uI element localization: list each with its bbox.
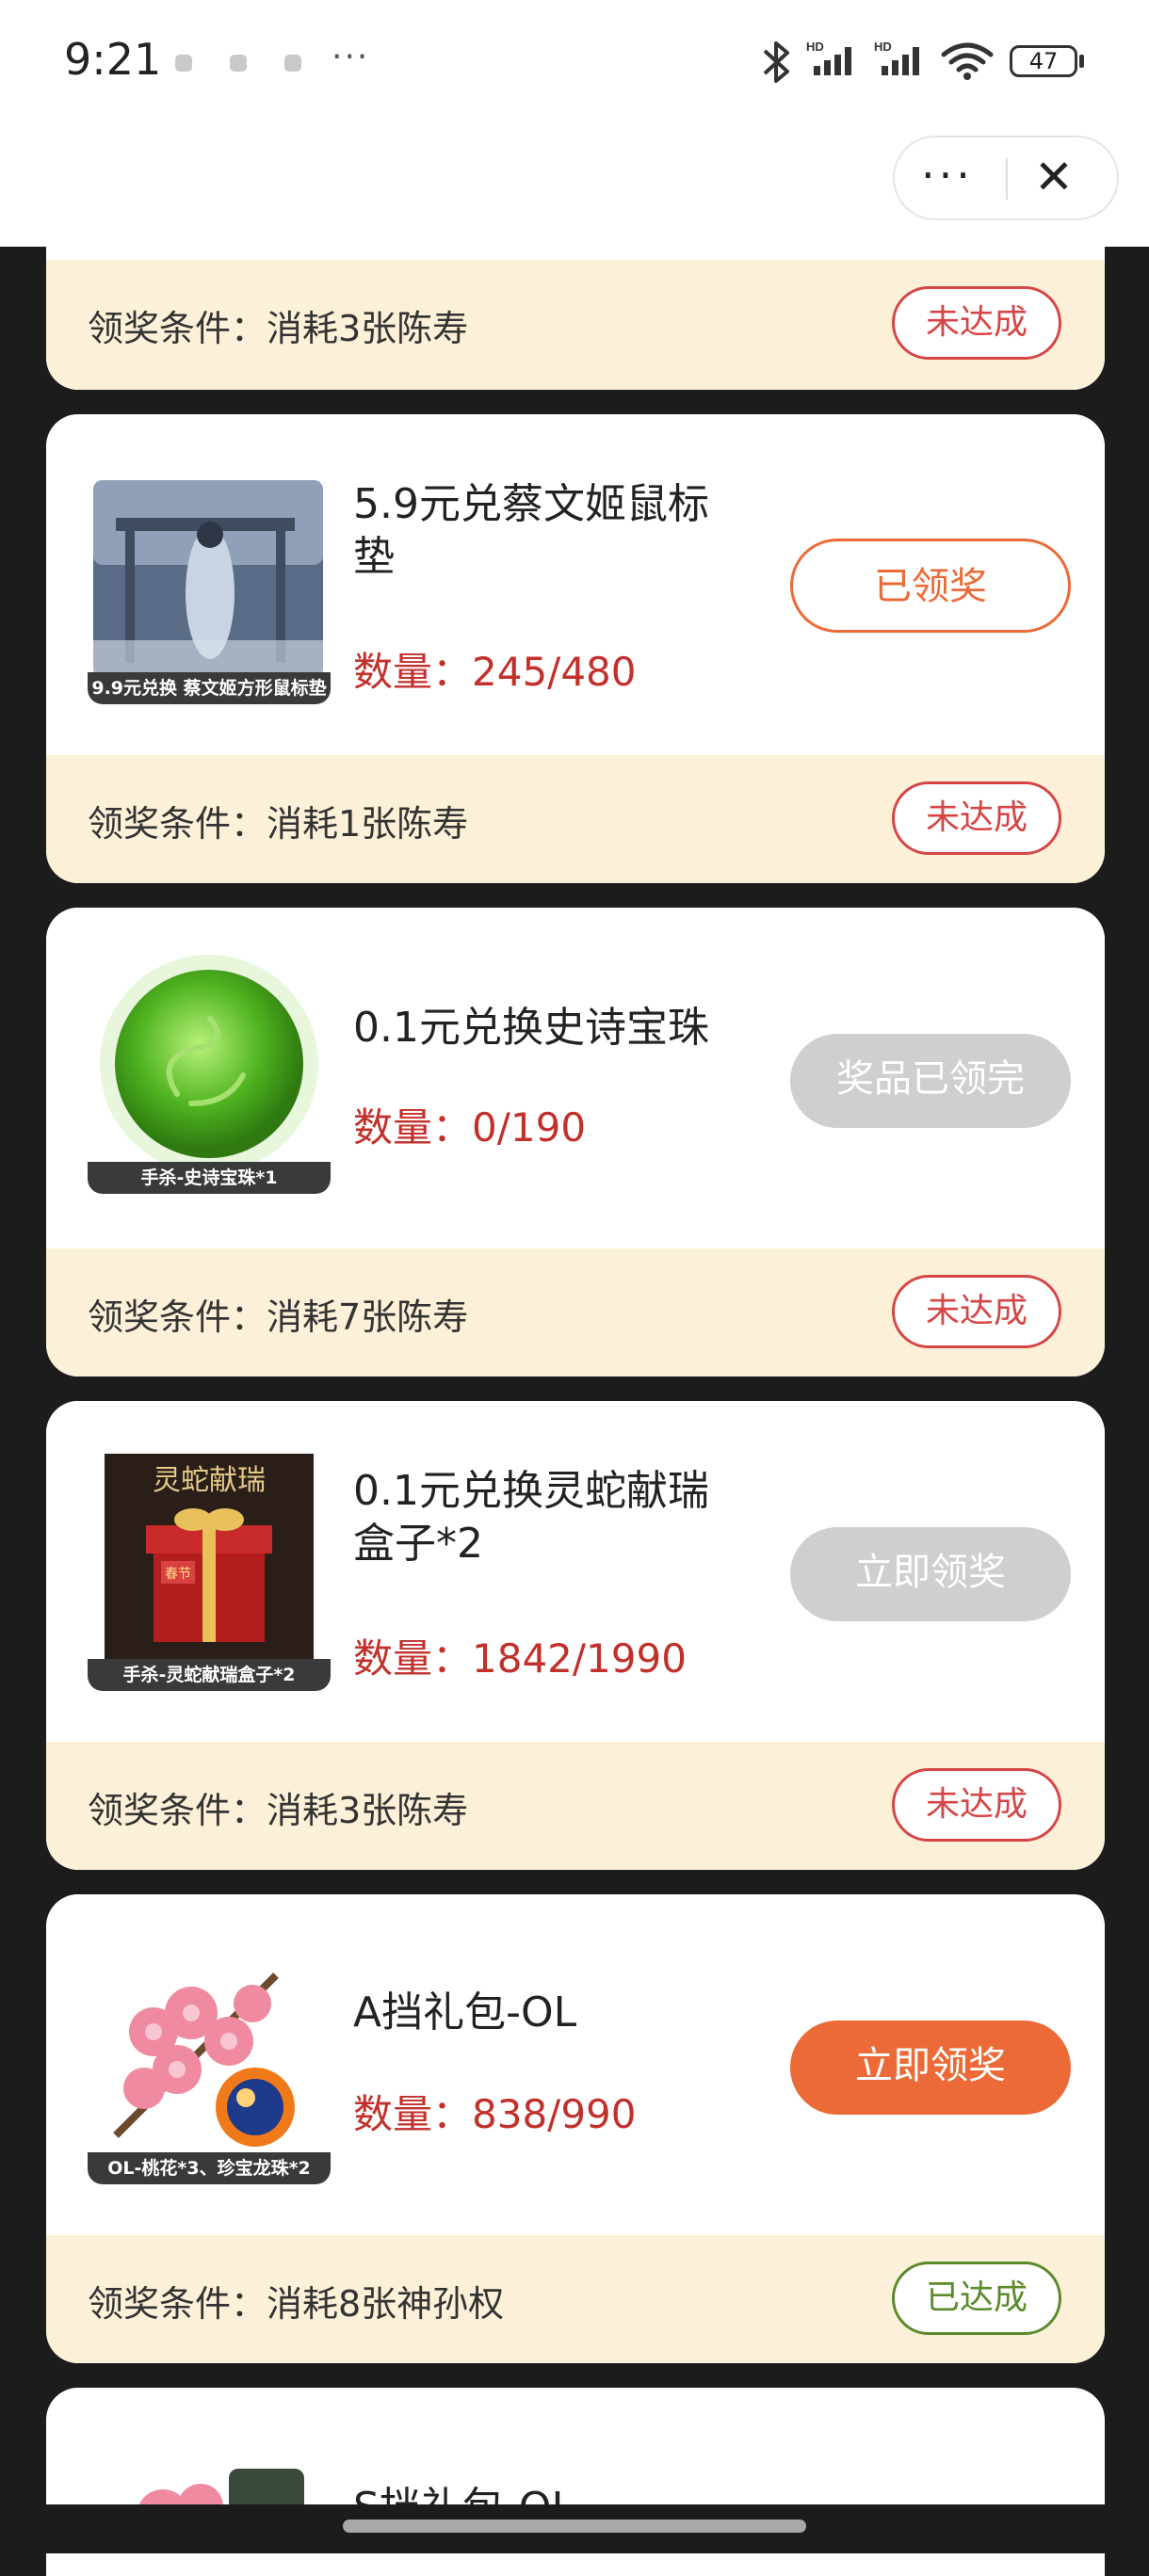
reward-title: 0.1元兑换史诗宝珠 — [353, 1002, 777, 1055]
status-badge: 未达成 — [892, 781, 1061, 855]
reward-title-line: 5.9元兑蔡文姬鼠标 — [353, 480, 709, 528]
mousepad-image — [93, 480, 323, 678]
hd-label: HD — [806, 40, 824, 54]
image-tag-text: 春节 — [165, 1567, 191, 1582]
reward-image: OL-桃花*3、珍宝龙珠*2 — [88, 1947, 331, 2188]
reward-card: 灵蛇献瑞 春节 手杀-灵蛇献瑞盒子*2 0.1元兑换灵蛇献瑞 盒子*2 数量：1… — [46, 1401, 1105, 1870]
image-caption: 9.9元兑换 蔡文姬方形鼠标垫 — [88, 672, 331, 704]
mini-program-capsule: ··· ✕ — [893, 136, 1119, 220]
reward-card: 9.9元兑换 蔡文姬方形鼠标垫 5.9元兑蔡文姬鼠标 垫 数量：245/480 … — [46, 414, 1105, 883]
notification-icon — [175, 55, 192, 72]
image-caption: OL-桃花*3、珍宝龙珠*2 — [88, 2152, 331, 2184]
reward-title-line: 0.1元兑换史诗宝珠 — [353, 1004, 709, 1052]
clock: 9:21 — [64, 34, 162, 85]
close-icon[interactable]: ✕ — [1034, 149, 1074, 205]
wifi-icon — [941, 42, 994, 80]
reward-card: 手杀-史诗宝珠*1 0.1元兑换史诗宝珠 数量：0/190 奖品已领完 领奖条件… — [46, 908, 1105, 1377]
condition-row: 领奖条件：消耗7张陈寿 未达成 — [46, 1248, 1105, 1377]
signal-icon: HD — [806, 40, 851, 75]
reward-card: OL-桃花*3、珍宝龙珠*2 A挡礼包-OL 数量：838/990 立即领奖 领… — [46, 1894, 1105, 2363]
condition-text: 领奖条件：消耗7张陈寿 — [88, 1296, 469, 1338]
status-badge: 已达成 — [892, 2262, 1061, 2335]
condition-row: 领奖条件：消耗3张陈寿 未达成 — [46, 260, 1105, 390]
reward-image: 手杀-史诗宝珠*1 — [88, 953, 331, 1194]
condition-text: 领奖条件：消耗8张神孙权 — [88, 2283, 505, 2325]
claimed-button[interactable]: 已领奖 — [790, 539, 1071, 633]
claim-button-disabled[interactable]: 立即领奖 — [790, 1527, 1071, 1621]
condition-text: 领奖条件：消耗3张陈寿 — [88, 1790, 469, 1831]
quantity-text: 数量：0/190 — [353, 1104, 587, 1151]
signal-icon: HD — [874, 40, 919, 75]
status-bar: 9:21 ··· HD HD 47 — [0, 0, 1149, 124]
reward-title: 5.9元兑蔡文姬鼠标 垫 — [353, 478, 777, 584]
battery-icon: 47 — [1010, 45, 1077, 77]
notification-icon — [284, 55, 301, 72]
image-title-text: 灵蛇献瑞 — [153, 1464, 266, 1497]
capsule-divider — [1006, 158, 1008, 200]
condition-text: 领奖条件：消耗1张陈寿 — [88, 803, 469, 845]
bluetooth-icon — [763, 41, 789, 83]
condition-row: 领奖条件：消耗1张陈寿 未达成 — [46, 755, 1105, 883]
reward-card-partial: 领奖条件：消耗3张陈寿 未达成 — [46, 247, 1105, 390]
sold-out-button[interactable]: 奖品已领完 — [790, 1034, 1071, 1128]
image-caption: 手杀-史诗宝珠*1 — [88, 1162, 331, 1194]
hd-label: HD — [874, 40, 892, 54]
more-icon[interactable]: ··· — [921, 149, 974, 201]
reward-title-line: 0.1元兑换灵蛇献瑞 — [353, 1467, 709, 1515]
status-badge: 未达成 — [892, 1275, 1061, 1348]
condition-text: 领奖条件：消耗3张陈寿 — [88, 308, 469, 349]
reward-title: 0.1元兑换灵蛇献瑞 盒子*2 — [353, 1465, 777, 1570]
reward-title-line: A挡礼包-OL — [353, 1988, 577, 2037]
condition-row: 领奖条件：消耗3张陈寿 未达成 — [46, 1742, 1105, 1870]
pearl-image — [100, 955, 318, 1173]
quantity-text: 数量：838/990 — [353, 2091, 637, 2137]
claim-now-button[interactable]: 立即领奖 — [790, 2021, 1071, 2115]
battery-cap — [1079, 55, 1084, 68]
more-notifications-icon: ··· — [332, 38, 370, 76]
quantity-text: 数量：1842/1990 — [353, 1635, 687, 1682]
reward-title-line: 垫 — [353, 533, 395, 581]
reward-image: 灵蛇献瑞 春节 手杀-灵蛇献瑞盒子*2 — [88, 1454, 331, 1695]
quantity-text: 数量：245/480 — [353, 649, 637, 695]
notification-icon — [230, 55, 247, 72]
home-indicator[interactable] — [343, 2520, 806, 2533]
status-badge: 未达成 — [892, 1768, 1061, 1842]
condition-row: 领奖条件：消耗8张神孙权 已达成 — [46, 2235, 1105, 2363]
reward-title-line: 盒子*2 — [353, 1520, 483, 1568]
reward-title: A挡礼包-OL — [353, 1987, 777, 2039]
reward-image: 9.9元兑换 蔡文姬方形鼠标垫 — [88, 480, 331, 704]
image-caption: 手杀-灵蛇献瑞盒子*2 — [88, 1659, 331, 1691]
status-badge: 未达成 — [892, 286, 1061, 360]
